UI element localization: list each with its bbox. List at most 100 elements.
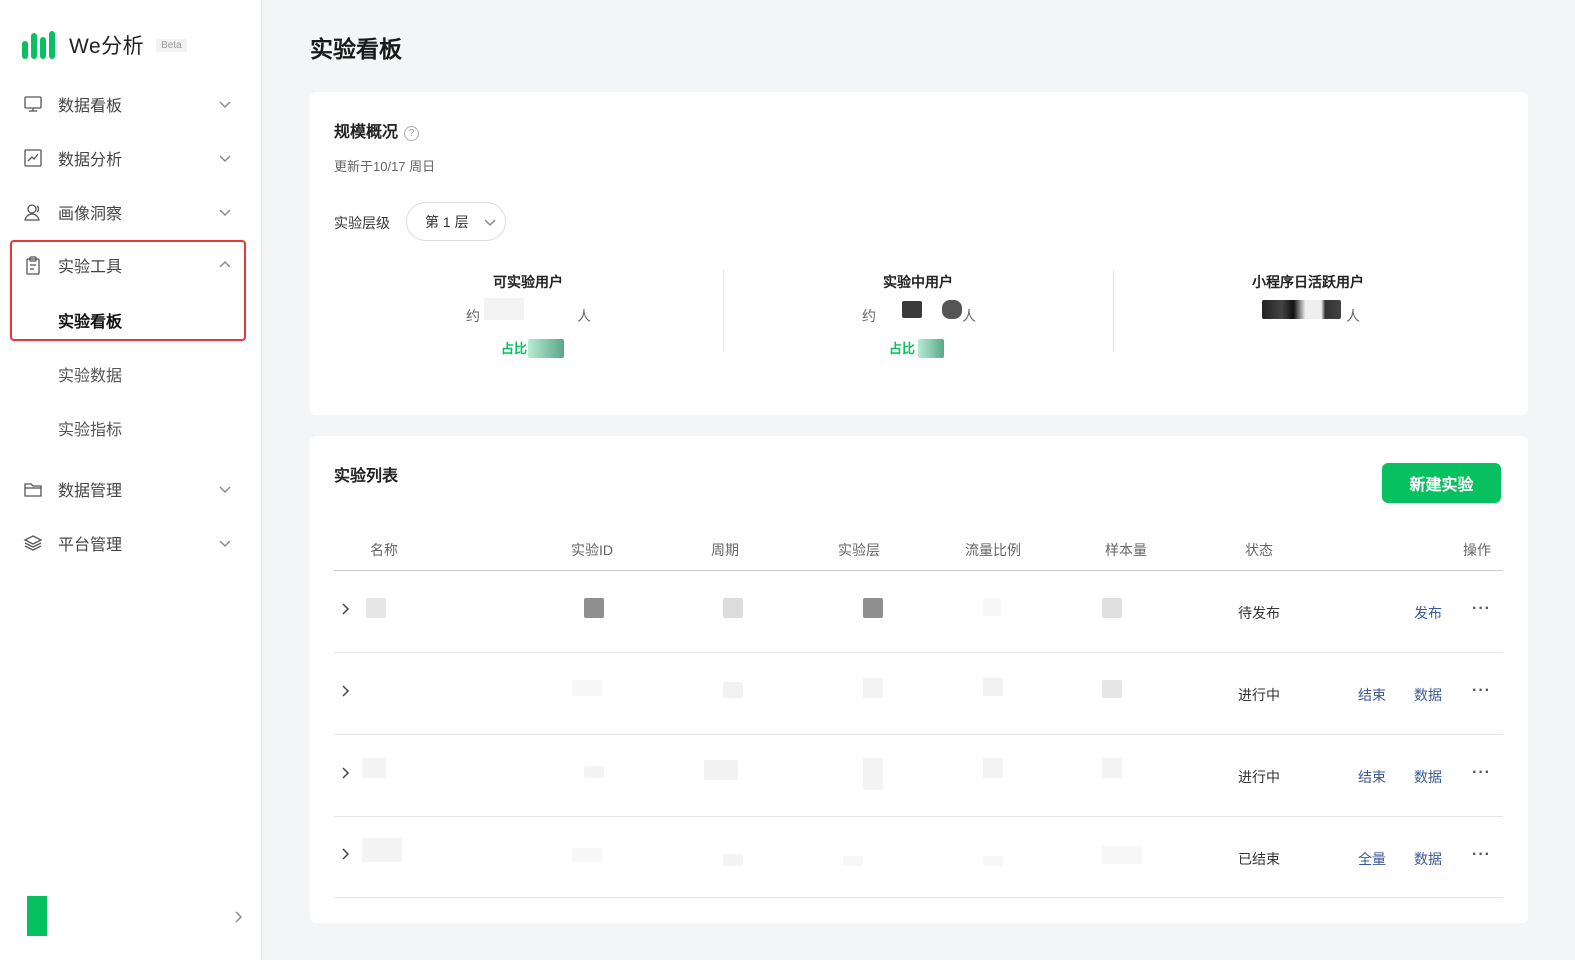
redacted-cell (1102, 680, 1122, 698)
redacted-cell (704, 760, 738, 780)
status-badge: 进行中 (1238, 687, 1280, 703)
new-experiment-button[interactable]: 新建实验 (1382, 463, 1501, 503)
redacted-cell (584, 766, 604, 778)
redacted-cell (366, 598, 386, 618)
redacted-cell (863, 758, 883, 790)
redacted-cell (723, 598, 743, 618)
chevron-right-icon[interactable] (338, 602, 352, 616)
data-button[interactable]: 数据 (1414, 685, 1442, 705)
app-logo[interactable]: We分析 Beta (22, 30, 187, 60)
column-header-traffic: 流量比例 (965, 542, 1021, 558)
ratio-label: 占比 (889, 341, 916, 356)
folder-icon (22, 478, 44, 500)
stat-label: 小程序日活跃用户 (1252, 274, 1364, 290)
row-divider (334, 652, 1503, 653)
sidebar-item-label: 平台管理 (58, 537, 123, 554)
sidebar-item-label: 数据分析 (58, 152, 123, 169)
redacted-cell (1102, 758, 1122, 778)
update-time: 更新于10/17 周日 (334, 159, 436, 174)
column-header-sample: 样本量 (1105, 542, 1147, 558)
row-divider (334, 897, 1503, 898)
table-header-divider (334, 570, 1503, 571)
redacted-cell (1102, 598, 1122, 618)
sidebar-item-platform-management[interactable]: 平台管理 (22, 531, 232, 555)
sidebar: We分析 Beta 数据看板 数据分析 画像洞察 实验工具 实验看板 实验数据 … (0, 0, 262, 960)
logo-bars-icon (22, 31, 55, 59)
more-icon[interactable]: ··· (1472, 846, 1491, 864)
chevron-right-icon[interactable] (338, 847, 352, 861)
stat-suffix: 人 (1346, 308, 1360, 324)
data-button[interactable]: 数据 (1414, 767, 1442, 787)
more-icon[interactable]: ··· (1472, 600, 1491, 618)
redacted-cell (362, 838, 402, 862)
stat-experimenting-users: 实验中用户 (768, 272, 1068, 292)
chevron-right-icon[interactable] (338, 684, 352, 698)
status-badge: 待发布 (1238, 605, 1280, 621)
experiment-list-card: 实验列表 新建实验 名称 实验ID 周期 实验层 流量比例 样本量 状态 操作 … (310, 436, 1528, 923)
sidebar-item-data-management[interactable]: 数据管理 (22, 477, 232, 501)
column-header-id: 实验ID (571, 542, 613, 558)
redacted-cell (572, 680, 602, 696)
data-button[interactable]: 数据 (1414, 849, 1442, 869)
sidebar-item-label: 数据看板 (58, 98, 123, 115)
redacted-cell (723, 854, 743, 866)
redacted-ratio (918, 339, 944, 358)
redacted-value (484, 298, 524, 320)
column-header-name: 名称 (370, 542, 398, 558)
redacted-cell (1102, 846, 1142, 864)
stat-daily-active-users: 小程序日活跃用户 (1158, 272, 1458, 292)
more-icon[interactable]: ··· (1472, 764, 1491, 782)
redacted-cell (362, 758, 386, 778)
overview-title-text: 规模概况 (334, 124, 399, 141)
layer-select[interactable]: 第 1 层 (406, 202, 506, 241)
chevron-right-icon[interactable] (338, 766, 352, 780)
monitor-icon (22, 93, 44, 115)
layer-label: 实验层级 (334, 215, 390, 231)
app-name: We分析 (69, 35, 145, 58)
end-button[interactable]: 结束 (1358, 767, 1386, 787)
redacted-cell (983, 598, 1001, 616)
chevron-right-icon[interactable] (231, 910, 245, 924)
redacted-cell (983, 678, 1003, 696)
redacted-cell (983, 856, 1003, 866)
overview-card: 规模概况? 更新于10/17 周日 实验层级 第 1 层 可实验用户 约 人 占… (310, 92, 1528, 415)
chevron-down-icon (218, 482, 232, 496)
chevron-down-icon (218, 97, 232, 111)
redacted-cell (983, 758, 1003, 778)
end-button[interactable]: 结束 (1358, 685, 1386, 705)
ratio-label: 占比 (501, 341, 528, 356)
avatar[interactable] (27, 896, 47, 936)
help-icon[interactable]: ? (404, 126, 420, 141)
sidebar-item-label: 数据管理 (58, 483, 123, 500)
full-rollout-button[interactable]: 全量 (1358, 849, 1386, 869)
redacted-ratio (528, 339, 564, 358)
stat-label: 实验中用户 (883, 274, 953, 290)
sidebar-item-dashboard[interactable]: 数据看板 (22, 92, 232, 116)
stat-suffix: 人 (577, 308, 591, 324)
chevron-down-icon (218, 205, 232, 219)
sidebar-item-portrait[interactable]: 画像洞察 (22, 200, 232, 224)
status-badge: 已结束 (1238, 851, 1280, 867)
stat-prefix: 约 (862, 308, 876, 324)
sidebar-subitem-experiment-metrics[interactable]: 实验指标 (58, 416, 122, 440)
redacted-cell (723, 682, 743, 698)
column-header-period: 周期 (711, 542, 739, 558)
sidebar-subitem-experiment-data[interactable]: 实验数据 (58, 362, 122, 386)
sidebar-item-analysis[interactable]: 数据分析 (22, 146, 232, 170)
user-icon (22, 201, 44, 223)
stat-prefix: 约 (466, 308, 480, 324)
column-header-actions: 操作 (1463, 542, 1491, 558)
beta-badge: Beta (156, 38, 187, 52)
row-divider (334, 816, 1503, 817)
layers-icon (22, 532, 44, 554)
sidebar-item-label: 画像洞察 (58, 206, 123, 223)
more-icon[interactable]: ··· (1472, 682, 1491, 700)
redacted-cell (584, 598, 604, 618)
layer-select-value: 第 1 层 (425, 213, 469, 230)
overview-title: 规模概况? (334, 118, 420, 142)
column-header-layer: 实验层 (838, 542, 880, 558)
redacted-cell (863, 598, 883, 618)
redacted-value (1262, 300, 1341, 319)
chart-icon (22, 147, 44, 169)
publish-button[interactable]: 发布 (1414, 603, 1442, 623)
